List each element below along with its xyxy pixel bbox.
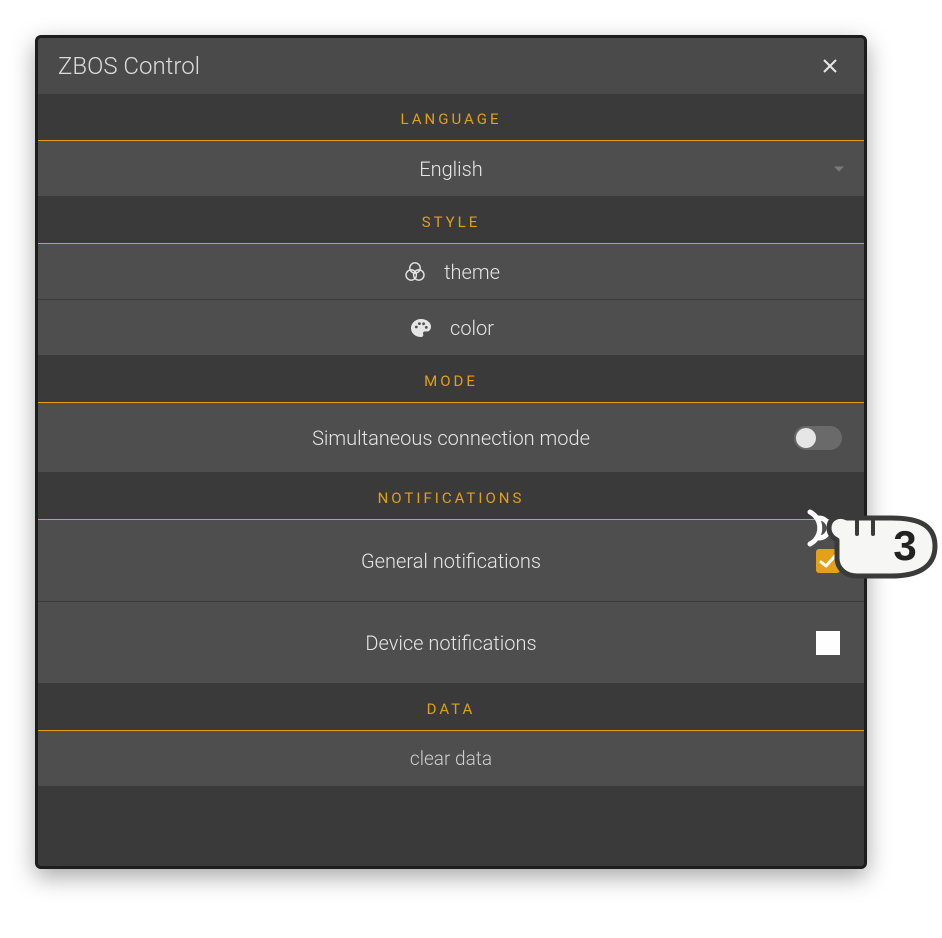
simultaneous-mode-row: Simultaneous connection mode xyxy=(38,403,864,473)
instruction-pointer-icon: 3 xyxy=(795,468,942,588)
language-selected-value: English xyxy=(419,157,483,181)
theme-label: theme xyxy=(444,260,500,284)
section-header-notifications: NOTIFICATIONS xyxy=(38,473,864,520)
section-header-mode: MODE xyxy=(38,356,864,403)
dropdown-caret-icon xyxy=(834,166,844,171)
dialog-titlebar: ZBOS Control xyxy=(38,38,864,94)
color-button[interactable]: color xyxy=(38,300,864,356)
theme-icon xyxy=(402,259,428,285)
device-notifications-label: Device notifications xyxy=(365,631,536,655)
clear-data-label: clear data xyxy=(410,747,492,770)
color-label: color xyxy=(450,316,494,340)
simultaneous-mode-label: Simultaneous connection mode xyxy=(312,426,590,450)
dialog-title: ZBOS Control xyxy=(58,52,200,80)
language-select[interactable]: English xyxy=(38,141,864,197)
settings-dialog: ZBOS Control LANGUAGE English STYLE them… xyxy=(35,35,867,869)
section-header-style: STYLE xyxy=(38,197,864,244)
general-notifications-row: General notifications xyxy=(38,520,864,602)
simultaneous-mode-toggle[interactable] xyxy=(794,426,842,450)
general-notifications-label: General notifications xyxy=(361,549,541,573)
palette-icon xyxy=(408,315,434,341)
theme-button[interactable]: theme xyxy=(38,244,864,300)
step-number: 3 xyxy=(893,522,916,569)
section-header-language: LANGUAGE xyxy=(38,94,864,141)
close-icon[interactable] xyxy=(816,52,844,80)
device-notifications-checkbox[interactable] xyxy=(816,631,840,655)
toggle-knob xyxy=(796,428,816,448)
section-header-data: DATA xyxy=(38,684,864,731)
device-notifications-row: Device notifications xyxy=(38,602,864,684)
clear-data-button[interactable]: clear data xyxy=(38,731,864,787)
